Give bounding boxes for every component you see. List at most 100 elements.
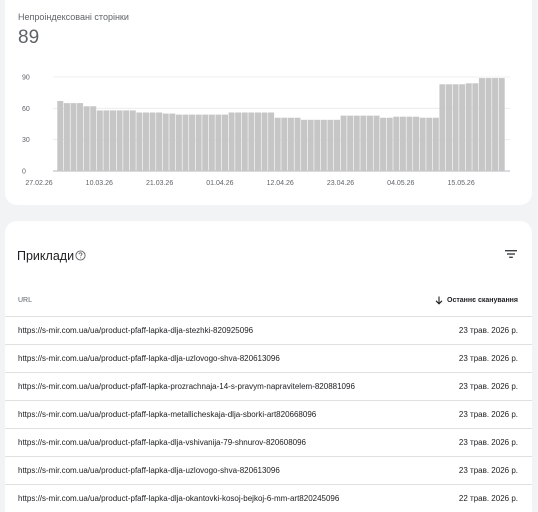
table-row[interactable]: https://s-mir.com.ua/ua/product-pfaff-la… [5,456,532,484]
row-last-crawl-date: 23 трав. 2026 р. [458,466,518,475]
chart-bar[interactable] [129,110,136,171]
chart-bar[interactable] [70,103,77,171]
table-row[interactable]: https://s-mir.com.ua/ua/product-pfaff-la… [5,344,532,372]
row-url[interactable]: https://s-mir.com.ua/ua/product-pfaff-la… [18,410,316,419]
chart-bar[interactable] [380,117,387,171]
chart-bar[interactable] [301,119,308,171]
chart-bar[interactable] [353,115,360,171]
chart-bar[interactable] [320,119,327,171]
x-tick-label: 01.04.26 [206,180,233,187]
chart-bar[interactable] [459,84,466,171]
x-tick-label: 27.02.26 [25,180,52,187]
row-url[interactable]: https://s-mir.com.ua/ua/product-pfaff-la… [18,382,355,391]
chart-bar[interactable] [261,112,268,171]
chart-bar[interactable] [307,119,314,171]
chart-bar[interactable] [189,114,196,171]
chart-bar[interactable] [478,78,485,171]
arrow-down-icon [435,296,443,305]
help-circle-icon[interactable] [75,250,86,261]
chart-bar[interactable] [347,115,354,171]
examples-table: https://s-mir.com.ua/ua/product-pfaff-la… [5,316,532,512]
chart-bar[interactable] [202,114,209,171]
x-tick-label: 21.03.26 [146,180,173,187]
chart-bar[interactable] [334,119,340,171]
chart-bar[interactable] [492,78,499,171]
row-url[interactable]: https://s-mir.com.ua/ua/product-pfaff-la… [18,494,339,503]
chart-bar[interactable] [235,112,242,171]
filter-icon[interactable] [504,248,518,260]
row-url[interactable]: https://s-mir.com.ua/ua/product-pfaff-la… [18,466,280,475]
row-url[interactable]: https://s-mir.com.ua/ua/product-pfaff-la… [18,354,280,363]
chart-bar[interactable] [96,110,103,171]
x-tick-label: 15.05.26 [447,180,474,187]
chart-bar[interactable] [432,117,439,171]
chart-bar[interactable] [281,117,288,171]
chart-bar[interactable] [136,112,143,171]
chart-bar[interactable] [340,115,347,171]
chart-bar[interactable] [195,114,202,171]
chart-bar[interactable] [83,106,90,171]
chart-bar[interactable] [241,112,248,171]
chart-bar[interactable] [294,117,301,171]
chart-bar[interactable] [116,110,123,171]
examples-card: Приклади URL Останнє сканування https://… [5,221,532,512]
examples-title: Приклади [17,249,75,263]
chart-bar[interactable] [452,84,459,171]
x-tick-label: 12.04.26 [267,180,294,187]
chart-bar[interactable] [498,78,505,171]
column-header-url[interactable]: URL [18,297,32,304]
column-header-last-crawl[interactable]: Останнє сканування [435,296,518,305]
chart-bar[interactable] [57,101,64,171]
chart-bar[interactable] [110,110,116,171]
row-url[interactable]: https://s-mir.com.ua/ua/product-pfaff-la… [18,326,253,335]
chart-bar[interactable] [386,117,393,171]
chart-bar[interactable] [254,112,261,171]
chart-bar[interactable] [446,84,452,171]
chart-bar[interactable] [419,117,426,171]
chart-bar[interactable] [426,117,433,171]
chart-bar[interactable] [169,113,176,171]
chart-bar[interactable] [268,112,275,171]
chart-bar[interactable] [393,116,400,171]
row-last-crawl-date: 23 трав. 2026 р. [458,354,518,363]
chart-bar[interactable] [175,114,182,171]
chart-bar[interactable] [77,103,84,171]
chart-bar[interactable] [406,116,413,171]
chart-bar[interactable] [413,116,420,171]
chart-bar[interactable] [228,112,235,171]
row-last-crawl-date: 22 трав. 2026 р. [458,494,518,503]
chart-bar[interactable] [439,84,446,171]
chart-bar[interactable] [222,114,228,171]
table-row[interactable]: https://s-mir.com.ua/ua/product-pfaff-la… [5,316,532,344]
chart-bar[interactable] [366,115,373,171]
chart-bar[interactable] [142,112,149,171]
table-row[interactable]: https://s-mir.com.ua/ua/product-pfaff-la… [5,428,532,456]
chart-bar[interactable] [156,112,163,171]
chart-bar[interactable] [373,115,380,171]
chart-bar[interactable] [274,117,281,171]
chart-bar[interactable] [399,116,406,171]
table-row[interactable]: https://s-mir.com.ua/ua/product-pfaff-la… [5,400,532,428]
chart-bar[interactable] [485,78,492,171]
chart-bar[interactable] [162,113,169,171]
chart-bar[interactable] [90,106,97,171]
chart-bar[interactable] [123,110,130,171]
chart-bar[interactable] [472,83,479,171]
not-indexed-bar-chart: 0 30 60 90 27.02.26 10.03.26 21.03.26 01.04.26… [22,75,510,187]
chart-bar[interactable] [287,117,294,171]
chart-bar[interactable] [182,114,189,171]
chart-bar[interactable] [248,112,255,171]
chart-bar[interactable] [465,83,472,171]
table-row[interactable]: https://s-mir.com.ua/ua/product-pfaff-la… [5,484,532,512]
chart-bar[interactable] [149,112,156,171]
row-url[interactable]: https://s-mir.com.ua/ua/product-pfaff-la… [18,438,306,447]
chart-bar[interactable] [314,119,321,171]
chart-bar[interactable] [360,115,367,171]
chart-bar[interactable] [215,114,222,171]
chart-bar[interactable] [208,114,215,171]
chart-bar[interactable] [63,103,70,171]
chart-bar[interactable] [103,110,110,171]
not-indexed-chart-card: Непроіндексовані сторінки 89 0 30 60 90 27.… [5,0,532,205]
table-row[interactable]: https://s-mir.com.ua/ua/product-pfaff-la… [5,372,532,400]
chart-bar[interactable] [327,119,334,171]
